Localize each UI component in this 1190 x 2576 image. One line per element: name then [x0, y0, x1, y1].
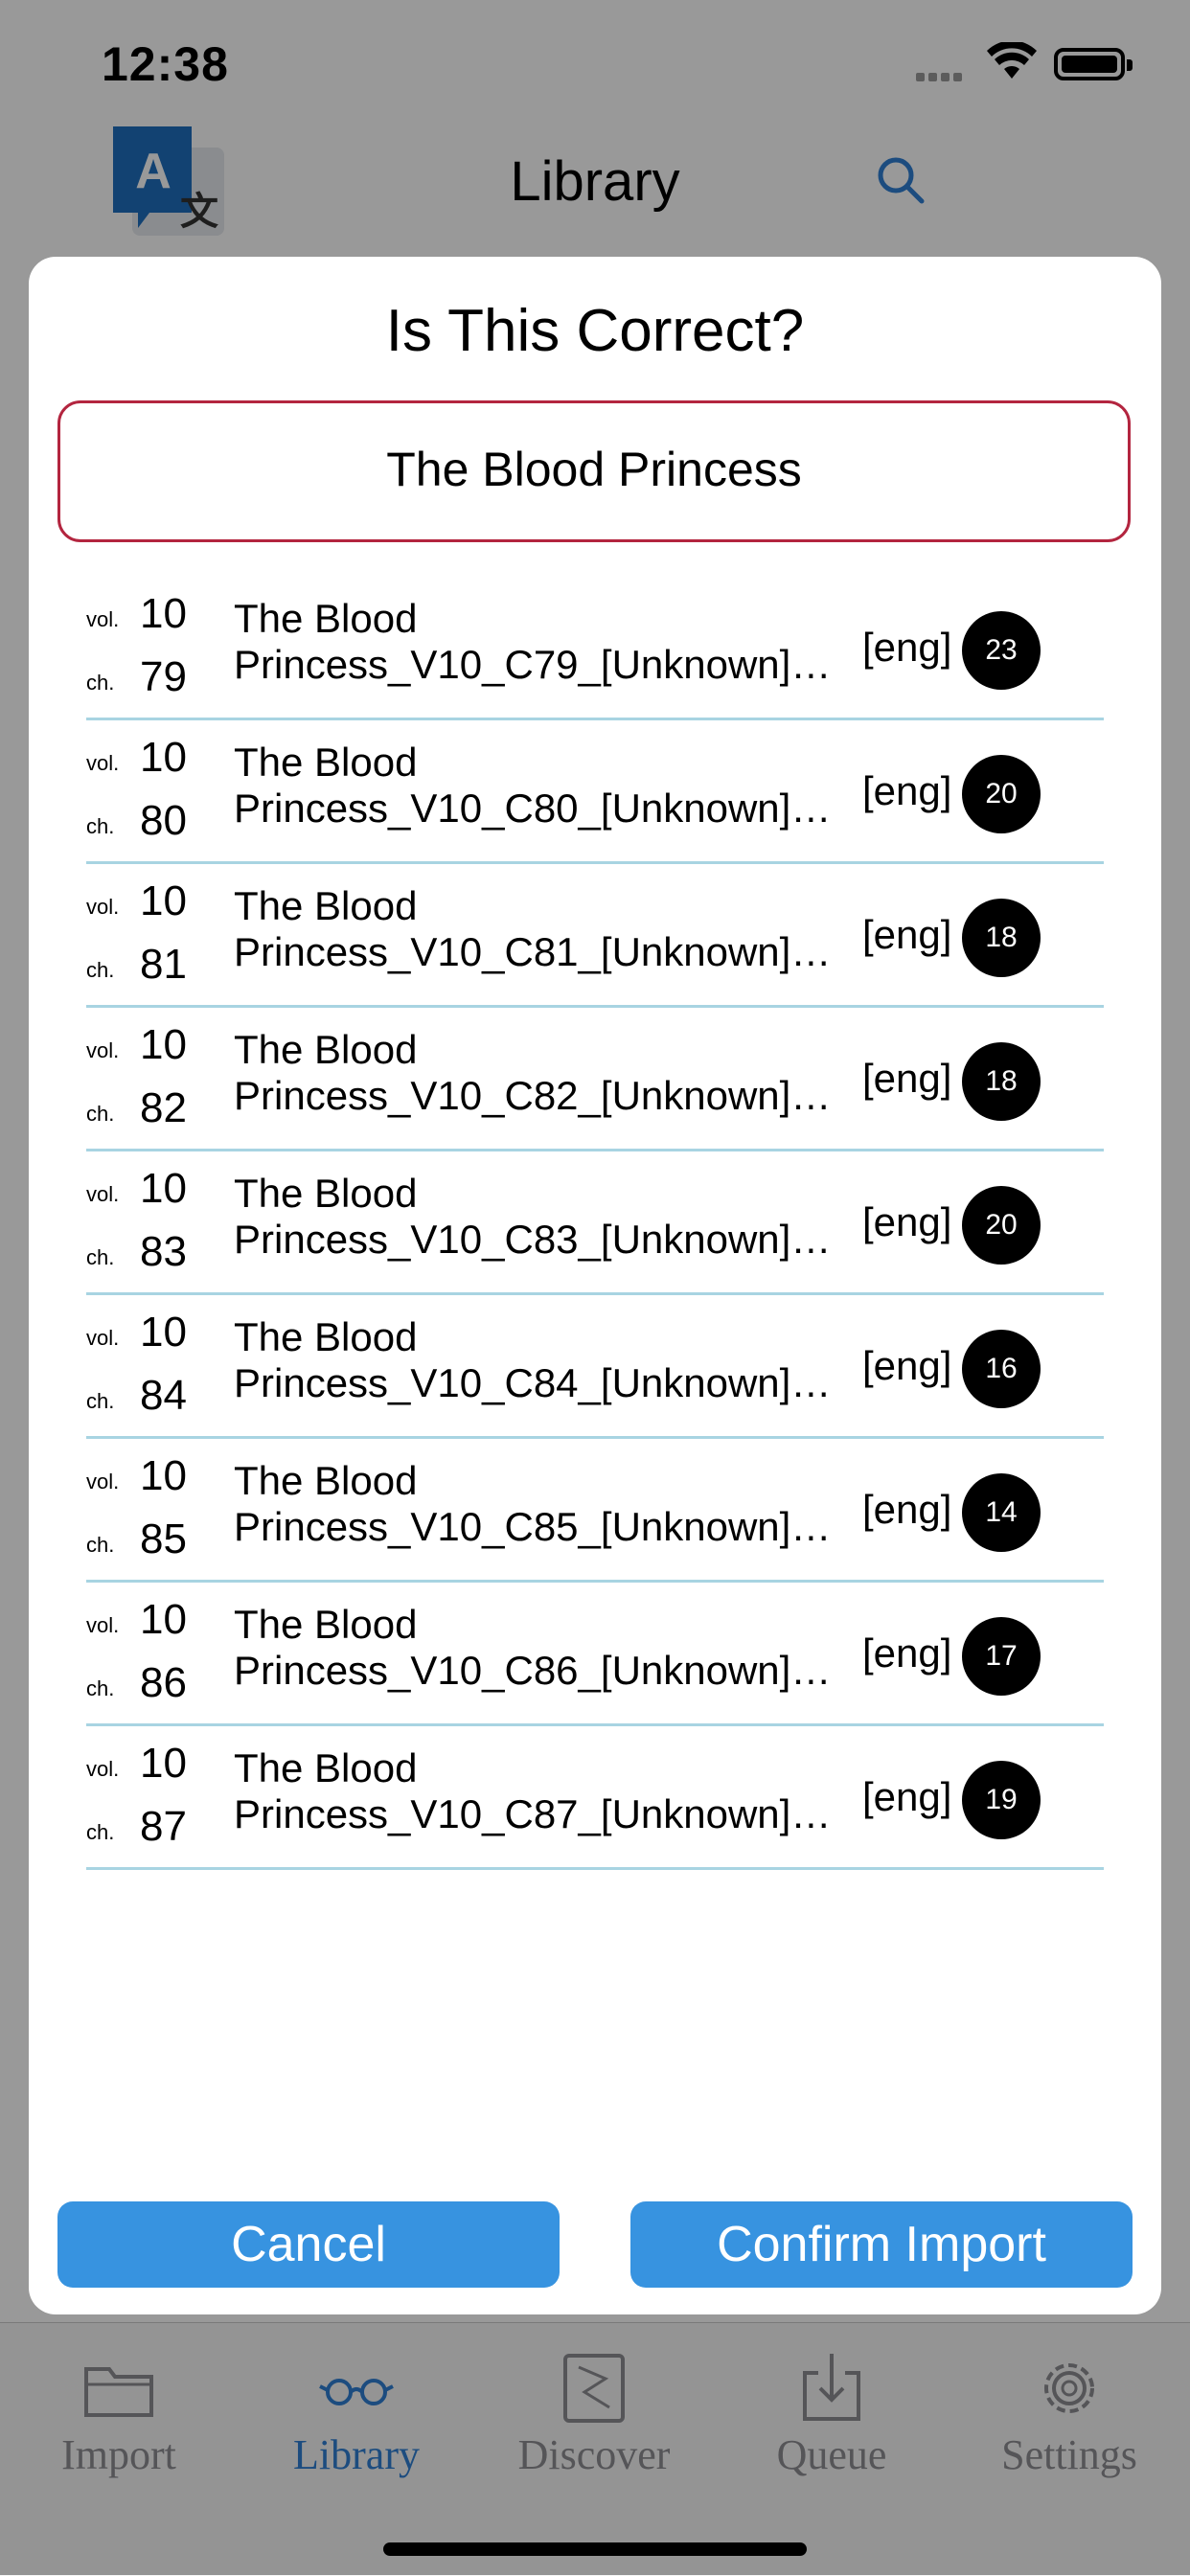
chapter-list: vol. 10 ch. 79 The Blood Princess_V10_C79_[Un… [86, 577, 1104, 1870]
page-count-badge: 18 [962, 899, 1041, 977]
ch-label: ch. [86, 1245, 115, 1269]
chapter-number: 79 [140, 653, 187, 700]
volume-number: 10 [140, 1740, 187, 1787]
page-count-badge: 18 [962, 1042, 1041, 1121]
chapter-number: 84 [140, 1372, 187, 1419]
page-count-badge: 23 [962, 611, 1041, 690]
chapter-title: The Blood Princess_V10_C84_[Unknown]_I... [234, 1314, 849, 1406]
chapter-title-line1: The Blood [234, 1314, 418, 1359]
vol-label: vol. [86, 895, 120, 919]
language-tag: [eng] [862, 1056, 952, 1101]
chapter-title: The Blood Princess_V10_C79_[Unknown]_I... [234, 596, 849, 688]
chapter-title-line2: Princess_V10_C84_[Unknown]_I... [234, 1360, 849, 1405]
confirm-import-button[interactable]: Confirm Import [630, 2201, 1133, 2288]
chapter-number: 81 [140, 941, 187, 988]
ch-label: ch. [86, 1533, 115, 1557]
page-count-badge: 16 [962, 1330, 1041, 1408]
chapter-title-line1: The Blood [234, 1171, 418, 1216]
chapter-title: The Blood Princess_V10_C86_[Unknown]_I... [234, 1602, 849, 1694]
volume-number: 10 [140, 1309, 187, 1356]
chapter-title-line2: Princess_V10_C85_[Unknown]_I... [234, 1504, 849, 1549]
page-count-badge: 20 [962, 1186, 1041, 1265]
language-tag: [eng] [862, 768, 952, 813]
chapter-title: The Blood Princess_V10_C83_[Unknown]_I... [234, 1171, 849, 1263]
chapter-title-line1: The Blood [234, 1458, 418, 1503]
page-count-badge: 20 [962, 755, 1041, 833]
chapter-title: The Blood Princess_V10_C87_[Unknown]_I... [234, 1745, 849, 1837]
vol-label: vol. [86, 1038, 120, 1062]
page-count-badge: 14 [962, 1473, 1041, 1552]
chapter-row[interactable]: vol. 10 ch. 85 The Blood Princess_V10_C85_[Un… [86, 1439, 1104, 1583]
ch-label: ch. [86, 1102, 115, 1126]
page-count-badge: 19 [962, 1761, 1041, 1839]
language-tag: [eng] [862, 1343, 952, 1388]
series-title-box[interactable]: The Blood Princess [57, 400, 1131, 542]
chapter-title-line2: Princess_V10_C86_[Unknown]_I... [234, 1648, 849, 1693]
chapter-row[interactable]: vol. 10 ch. 82 The Blood Princess_V10_C82_[Un… [86, 1008, 1104, 1151]
chapter-number: 80 [140, 797, 187, 844]
chapter-title-line2: Princess_V10_C80_[Unknown]_I... [234, 786, 849, 831]
chapter-row[interactable]: vol. 10 ch. 80 The Blood Princess_V10_C80_[Un… [86, 720, 1104, 864]
vol-label: vol. [86, 1182, 120, 1206]
language-tag: [eng] [862, 625, 952, 670]
vol-label: vol. [86, 1757, 120, 1781]
chapter-title-line1: The Blood [234, 1027, 418, 1072]
vol-label: vol. [86, 1470, 120, 1493]
chapter-title-line2: Princess_V10_C82_[Unknown]_I... [234, 1073, 849, 1118]
series-title: The Blood Princess [386, 443, 802, 496]
volume-number: 10 [140, 590, 187, 637]
chapter-row[interactable]: vol. 10 ch. 79 The Blood Princess_V10_C79_[Un… [86, 577, 1104, 720]
chapter-title-line2: Princess_V10_C79_[Unknown]_I... [234, 642, 849, 687]
chapter-title-line2: Princess_V10_C87_[Unknown]_I... [234, 1791, 849, 1836]
vol-label: vol. [86, 1613, 120, 1637]
chapter-title-line1: The Blood [234, 596, 418, 641]
chapter-row[interactable]: vol. 10 ch. 83 The Blood Princess_V10_C83_[Un… [86, 1151, 1104, 1295]
chapter-row[interactable]: vol. 10 ch. 84 The Blood Princess_V10_C84_[Un… [86, 1295, 1104, 1439]
chapter-title-line1: The Blood [234, 1745, 418, 1790]
chapter-number: 86 [140, 1659, 187, 1706]
page-count-badge: 17 [962, 1617, 1041, 1696]
language-tag: [eng] [862, 1487, 952, 1532]
chapter-title: The Blood Princess_V10_C80_[Unknown]_I... [234, 740, 849, 832]
language-tag: [eng] [862, 912, 952, 957]
language-tag: [eng] [862, 1630, 952, 1676]
chapter-title-line2: Princess_V10_C83_[Unknown]_I... [234, 1217, 849, 1262]
volume-number: 10 [140, 1165, 187, 1212]
ch-label: ch. [86, 1820, 115, 1844]
dialog-title: Is This Correct? [385, 298, 805, 364]
chapter-title-line1: The Blood [234, 1602, 418, 1647]
chapter-row[interactable]: vol. 10 ch. 87 The Blood Princess_V10_C87_[Un… [86, 1726, 1104, 1870]
vol-label: vol. [86, 1326, 120, 1350]
volume-number: 10 [140, 734, 187, 781]
ch-label: ch. [86, 814, 115, 838]
chapter-row[interactable]: vol. 10 ch. 81 The Blood Princess_V10_C81_[Un… [86, 864, 1104, 1008]
ch-label: ch. [86, 958, 115, 982]
ch-label: ch. [86, 671, 115, 695]
language-tag: [eng] [862, 1774, 952, 1819]
ch-label: ch. [86, 1389, 115, 1413]
language-tag: [eng] [862, 1199, 952, 1244]
vol-label: vol. [86, 607, 120, 631]
chapter-number: 82 [140, 1084, 187, 1131]
ch-label: ch. [86, 1676, 115, 1700]
vol-label: vol. [86, 751, 120, 775]
chapter-number: 83 [140, 1228, 187, 1275]
chapter-title: The Blood Princess_V10_C81_[Unknown]_I... [234, 883, 849, 975]
volume-number: 10 [140, 878, 187, 924]
chapter-row[interactable]: vol. 10 ch. 86 The Blood Princess_V10_C86_[Un… [86, 1583, 1104, 1726]
chapter-title-line2: Princess_V10_C81_[Unknown]_I... [234, 929, 849, 974]
chapter-number: 85 [140, 1516, 187, 1562]
volume-number: 10 [140, 1596, 187, 1643]
chapter-title-line1: The Blood [234, 740, 418, 785]
import-confirm-dialog: Is This Correct? The Blood Princess vol.… [29, 257, 1161, 2314]
chapter-title: The Blood Princess_V10_C85_[Unknown]_I... [234, 1458, 849, 1550]
volume-number: 10 [140, 1452, 187, 1499]
chapter-title: The Blood Princess_V10_C82_[Unknown]_I... [234, 1027, 849, 1119]
chapter-title-line1: The Blood [234, 883, 418, 928]
chapter-number: 87 [140, 1803, 187, 1850]
cancel-button[interactable]: Cancel [57, 2201, 560, 2288]
volume-number: 10 [140, 1021, 187, 1068]
